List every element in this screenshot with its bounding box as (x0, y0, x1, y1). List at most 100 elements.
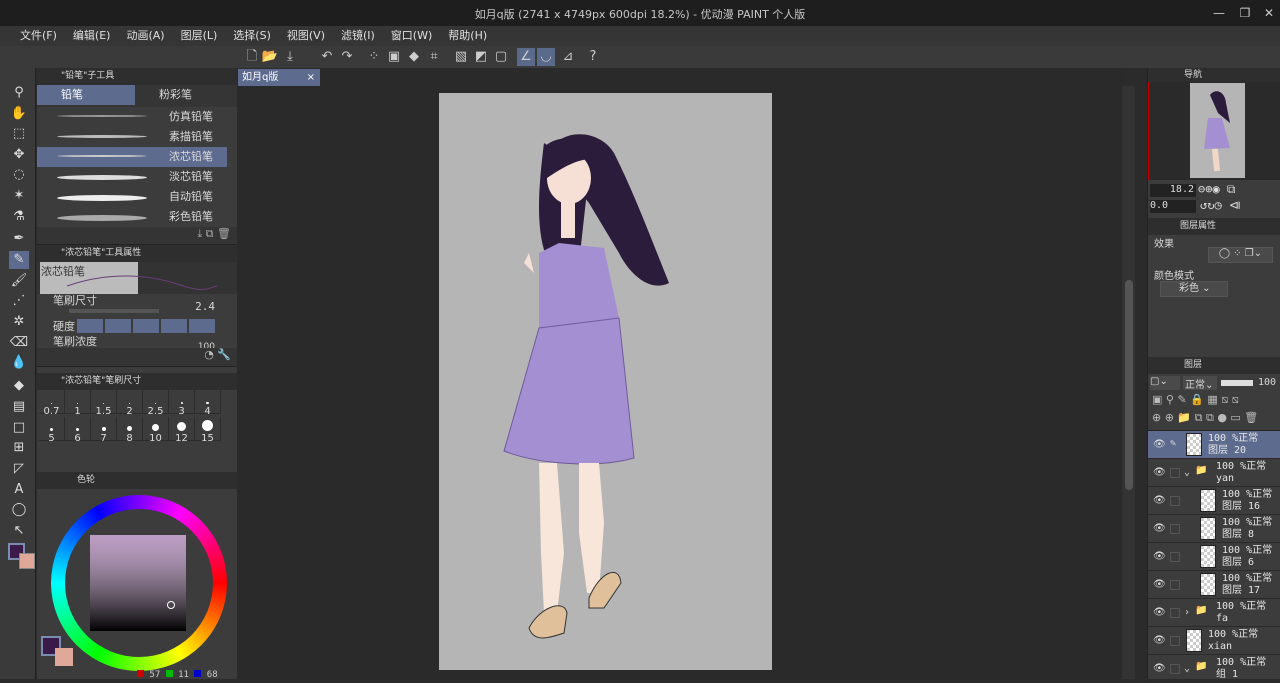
layer-action-toolbar[interactable]: ⊕ ⊕ 📁 ⧉ ⧉ ● ▭ 🗑 (1148, 411, 1280, 431)
magic-wand-icon[interactable]: ✶ (9, 187, 29, 205)
layer-check[interactable] (1170, 664, 1180, 674)
eye-icon[interactable]: 👁 (1153, 635, 1166, 646)
crop-icon[interactable]: ⌗ (425, 48, 443, 66)
menu-view[interactable]: 视图(V) (279, 26, 333, 46)
menu-edit[interactable]: 编辑(E) (65, 26, 119, 46)
frame-border-icon[interactable]: ⊞ (9, 439, 29, 457)
blend-icon[interactable]: 💧 (9, 354, 29, 372)
gradient-icon[interactable]: ◩ (472, 48, 490, 66)
pen-tool-icon[interactable]: ✒ (9, 230, 29, 248)
fill-icon[interactable]: ◆ (405, 48, 423, 66)
figure-tool-icon[interactable]: □ (9, 419, 29, 437)
brush-item[interactable]: 自动铅笔 (37, 187, 227, 207)
brush-item[interactable]: 彩色铅笔 (37, 207, 227, 227)
brush-size-option[interactable]: 3 (169, 390, 195, 417)
grid-snap-icon[interactable]: ⊿ (559, 48, 577, 66)
color-wheel[interactable] (49, 493, 229, 673)
hardness-step[interactable] (133, 319, 159, 333)
eye-icon[interactable]: 👁 (1153, 607, 1166, 618)
menu-file[interactable]: 文件(F) (12, 26, 65, 46)
deselect-icon[interactable]: ⁘ (365, 48, 383, 66)
layer-check[interactable] (1170, 608, 1180, 618)
eye-icon[interactable]: 👁 (1153, 495, 1166, 506)
sub-color-swatch[interactable] (19, 553, 35, 569)
layer-row[interactable]: 👁 ⌄ 📁 100 %正常 yan (1148, 459, 1280, 487)
effect-buttons[interactable]: ◯ ⁘ ❐⌄ (1208, 247, 1273, 263)
move-tool-icon[interactable]: ✥ (9, 146, 29, 164)
eye-icon[interactable]: 👁 (1153, 551, 1166, 562)
layer-lock-toolbar[interactable]: ▣ ⚲ ✎ 🔒 ▦ ⧅ ⧅ (1148, 393, 1280, 411)
fill-tool-icon[interactable]: ◆ (9, 377, 29, 395)
help-icon[interactable]: ? (584, 48, 602, 66)
brush-item[interactable]: 仿真铅笔 (37, 107, 227, 127)
brush-size-option[interactable]: 6 (65, 417, 91, 444)
tab-pencil[interactable]: 铅笔 (37, 85, 135, 105)
ruler-tool-icon[interactable]: ◸ (9, 460, 29, 478)
operation-tool-icon[interactable]: ⬚ (9, 125, 29, 143)
wheel-sub-color[interactable] (55, 648, 73, 666)
canvas-page[interactable] (439, 93, 772, 670)
eye-icon[interactable]: 👁 (1153, 579, 1166, 590)
hand-tool-icon[interactable]: ✋ (9, 105, 29, 123)
eraser-icon[interactable]: ⌫ (9, 334, 29, 352)
brush-size-slider[interactable] (69, 309, 159, 313)
menu-layer[interactable]: 图层(L) (173, 26, 226, 46)
menu-help[interactable]: 帮助(H) (440, 26, 495, 46)
menu-select[interactable]: 选择(S) (225, 26, 279, 46)
minimize-button[interactable]: — (1211, 6, 1227, 22)
opacity-value[interactable]: 100 (1258, 377, 1276, 388)
decoration-icon[interactable]: ✲ (9, 313, 29, 331)
density-value[interactable]: 100 (198, 341, 215, 348)
lasso-tool-icon[interactable]: ◌ (9, 166, 29, 184)
text-tool-icon[interactable]: A (9, 481, 29, 499)
layer-check[interactable] (1170, 468, 1180, 478)
chevron-down-icon[interactable]: ⌄ (1184, 663, 1190, 674)
layer-row[interactable]: 👁 100 %正常 图层 17 (1148, 571, 1280, 599)
brush-item[interactable]: 素描铅笔 (37, 127, 227, 147)
rotate-controls[interactable]: ↺↻◷ ⧏ (1200, 198, 1241, 212)
ruler-snap-icon[interactable]: ∠ (517, 48, 535, 66)
layer-row[interactable]: 👁 100 %正常 xian (1148, 627, 1280, 655)
brush-size-option[interactable]: 2.5 (143, 390, 169, 417)
layer-row[interactable]: 👁 100 %正常 图层 16 (1148, 487, 1280, 515)
layer-row[interactable]: 👁 ✎ 100 %正常 图层 20 (1148, 431, 1280, 459)
open-file-icon[interactable]: 📂 (261, 48, 279, 66)
layer-row[interactable]: 👁 100 %正常 图层 8 (1148, 515, 1280, 543)
tab-pastel[interactable]: 粉彩笔 (135, 85, 233, 105)
layer-color-select[interactable]: ▢⌄ (1150, 376, 1180, 390)
zoom-controls[interactable]: ⊖⊕◉ ⧉ (1198, 182, 1235, 197)
eye-icon[interactable]: 👁 (1153, 439, 1166, 450)
undo-icon[interactable]: ↶ (318, 48, 336, 66)
close-tab-icon[interactable]: × (307, 69, 315, 86)
chevron-right-icon[interactable]: › (1184, 607, 1190, 618)
eye-icon[interactable]: 👁 (1153, 663, 1166, 674)
rotate-field[interactable]: 0.0 (1150, 200, 1196, 213)
brush-item-selected[interactable]: 浓芯铅笔 (37, 147, 227, 167)
new-file-icon[interactable]: 🗋 (243, 48, 261, 66)
toolprop-actions[interactable]: ◔ 🔧 (37, 348, 237, 367)
layer-check[interactable] (1170, 524, 1180, 534)
brush-tool-icon[interactable]: 🖌 (9, 272, 29, 290)
hardness-step[interactable] (161, 319, 187, 333)
redo-icon[interactable]: ↷ (338, 48, 356, 66)
brush-size-option[interactable]: 7 (91, 417, 117, 444)
layer-row[interactable]: 👁 › 📁 100 %正常 fa (1148, 599, 1280, 627)
zoom-tool-icon[interactable]: ⚲ (9, 84, 29, 102)
correct-line-icon[interactable]: ↖ (9, 522, 29, 540)
menu-animation[interactable]: 动画(A) (118, 26, 172, 46)
brush-size-option[interactable]: 1.5 (91, 390, 117, 417)
close-button[interactable]: ✕ (1261, 6, 1277, 22)
menu-filter[interactable]: 滤镜(I) (333, 26, 383, 46)
menu-window[interactable]: 窗口(W) (383, 26, 440, 46)
colormode-select[interactable]: 彩色 ⌄ (1160, 281, 1228, 297)
airbrush-icon[interactable]: ⋰ (9, 292, 29, 310)
brush-size-option[interactable]: 2 (117, 390, 143, 417)
brush-size-option[interactable]: 15 (195, 417, 221, 444)
brush-size-option[interactable]: 1 (65, 390, 91, 417)
invert-selection-icon[interactable]: ▣ (385, 48, 403, 66)
layer-check[interactable] (1170, 636, 1180, 646)
brush-size-option[interactable]: 4 (195, 390, 221, 417)
hardness-step[interactable] (189, 319, 215, 333)
brush-size-option[interactable]: 8 (117, 417, 143, 444)
transform-icon[interactable]: ▧ (452, 48, 470, 66)
